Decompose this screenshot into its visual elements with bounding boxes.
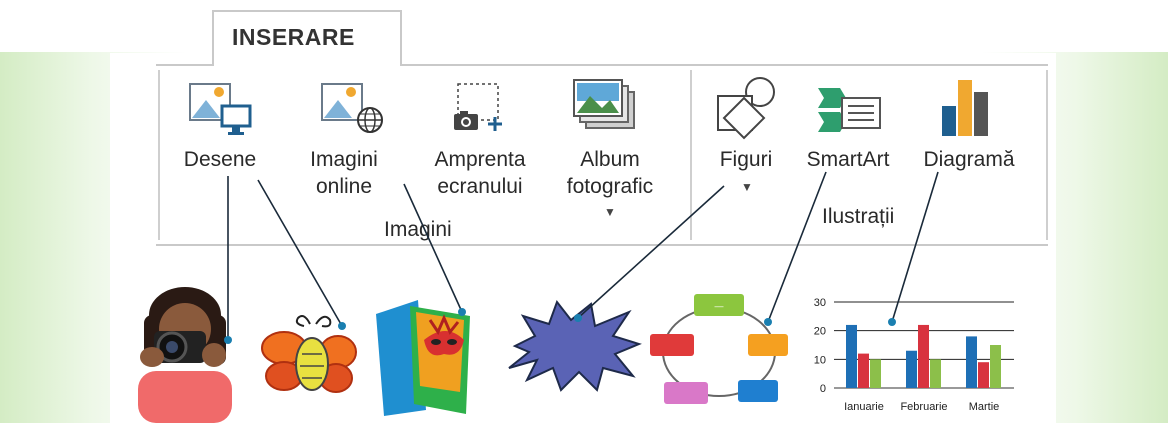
callout-line bbox=[257, 179, 343, 327]
callout-dot bbox=[338, 322, 346, 330]
callout-line bbox=[403, 183, 463, 313]
callout-line bbox=[891, 171, 939, 323]
callout-line bbox=[767, 171, 827, 323]
callout-dot bbox=[888, 318, 896, 326]
callout-dot bbox=[224, 336, 232, 344]
callout-lines bbox=[224, 171, 939, 344]
callout-dot bbox=[458, 308, 466, 316]
callout-line bbox=[577, 185, 725, 319]
callout-dot bbox=[764, 318, 772, 326]
callout-dot bbox=[574, 314, 582, 322]
